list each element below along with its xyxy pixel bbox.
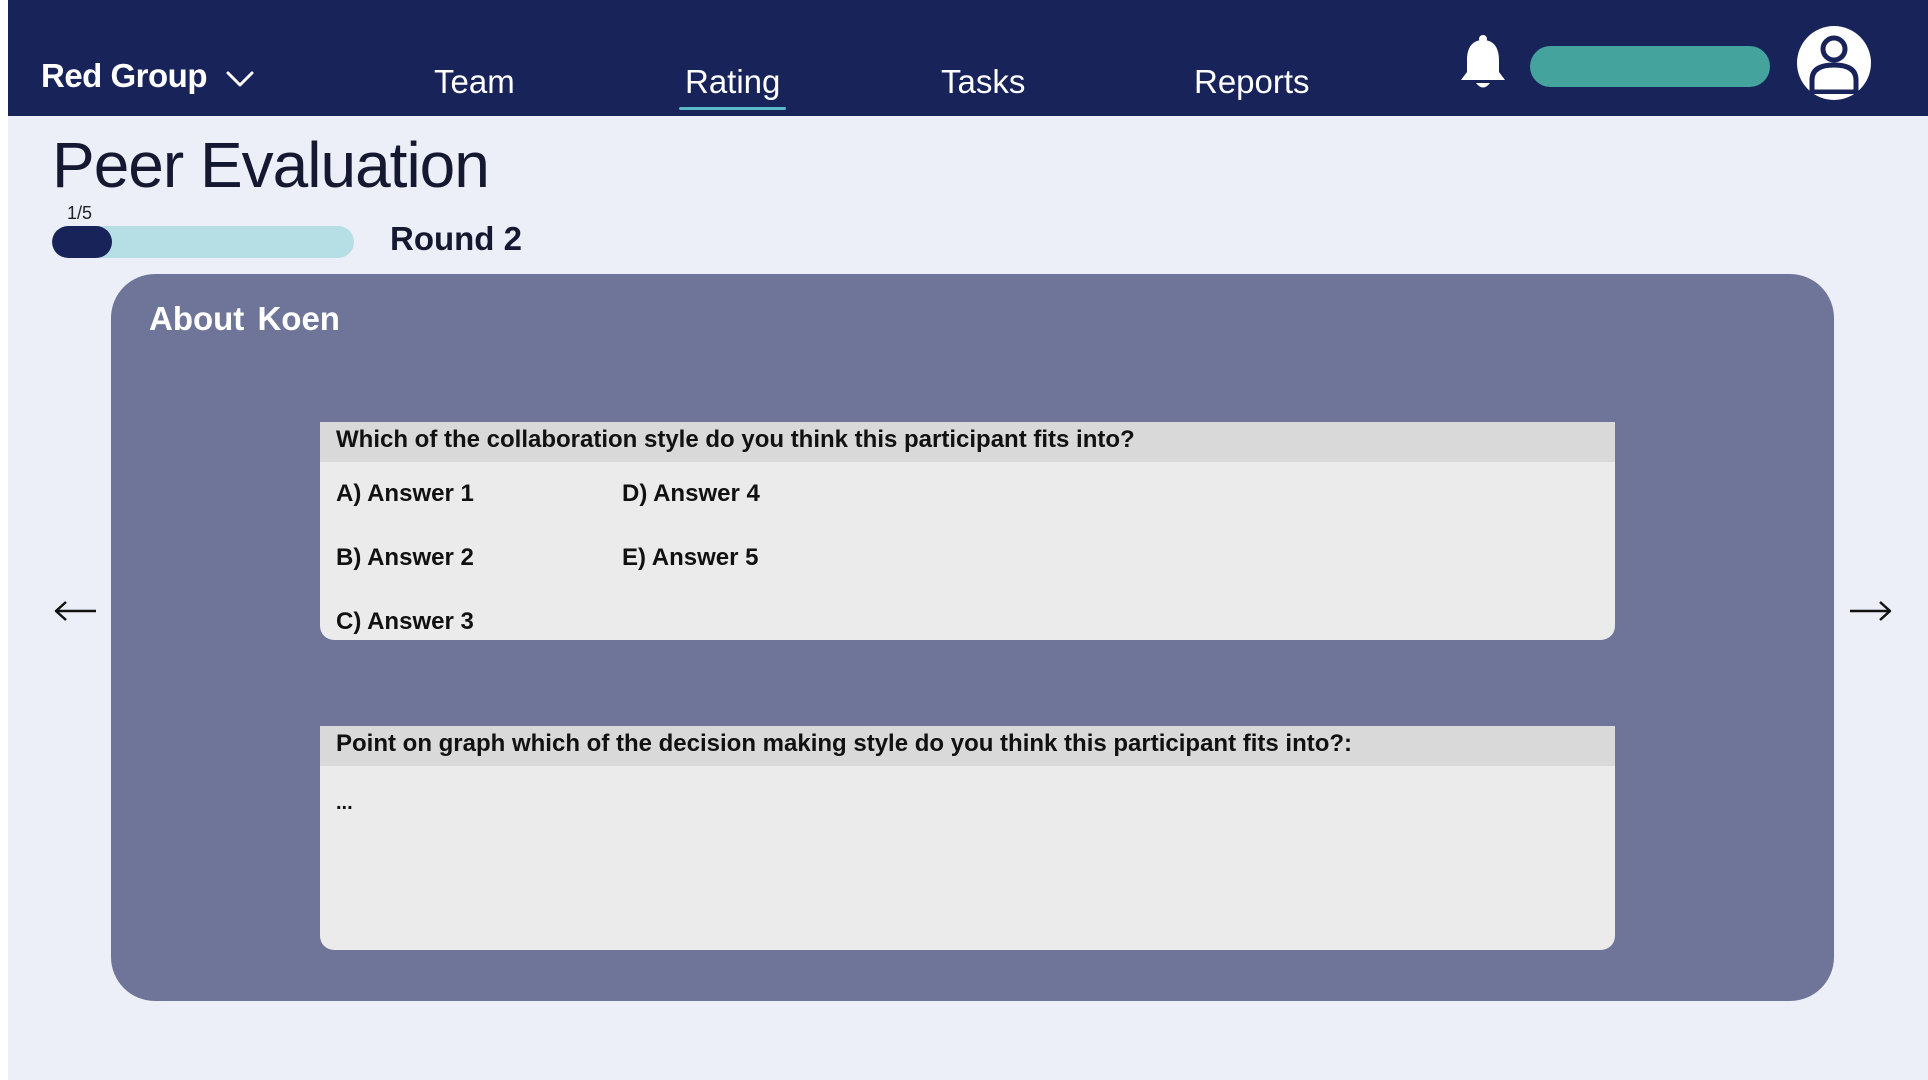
question-text: Which of the collaboration style do you …	[320, 422, 1615, 462]
answer-option-e[interactable]: E) Answer 5	[622, 544, 759, 572]
answer-option-c[interactable]: C) Answer 3	[336, 608, 474, 636]
tab-rating[interactable]: Rating	[678, 60, 787, 110]
question-collaboration-style: Which of the collaboration style do you …	[320, 422, 1615, 640]
page-frame: Red Group Team Rating Tasks Reports Peer…	[8, 0, 1928, 1080]
evaluation-card: About Koen Which of the collaboration st…	[111, 274, 1834, 1001]
chevron-down-icon	[225, 60, 255, 93]
top-nav-bar: Red Group Team Rating Tasks Reports	[8, 0, 1928, 116]
question-decision-style: Point on graph which of the decision mak…	[320, 726, 1615, 950]
arrow-right-icon[interactable]	[1848, 598, 1892, 624]
answer-option-d[interactable]: D) Answer 4	[622, 480, 760, 508]
group-name: Red Group	[41, 57, 208, 94]
tab-tasks[interactable]: Tasks	[941, 60, 1025, 104]
decision-graph-area[interactable]: ...	[336, 792, 1596, 932]
page-title: Peer Evaluation	[52, 129, 490, 201]
tab-reports[interactable]: Reports	[1194, 60, 1310, 104]
user-icon[interactable]	[1797, 26, 1871, 100]
answer-option-a[interactable]: A) Answer 1	[336, 480, 474, 508]
status-pill[interactable]	[1530, 46, 1770, 87]
progress-bar	[52, 226, 354, 258]
arrow-left-icon[interactable]	[54, 598, 98, 624]
bell-icon[interactable]	[1458, 34, 1508, 92]
card-title: About Koen	[149, 300, 340, 337]
question-text: Point on graph which of the decision mak…	[320, 726, 1615, 766]
round-label: Round 2	[390, 220, 522, 257]
group-selector[interactable]: Red Group	[41, 54, 255, 98]
answer-option-b[interactable]: B) Answer 2	[336, 544, 474, 572]
progress-fill	[52, 226, 113, 258]
tab-team[interactable]: Team	[434, 60, 515, 104]
progress-count: 1/5	[67, 203, 93, 223]
